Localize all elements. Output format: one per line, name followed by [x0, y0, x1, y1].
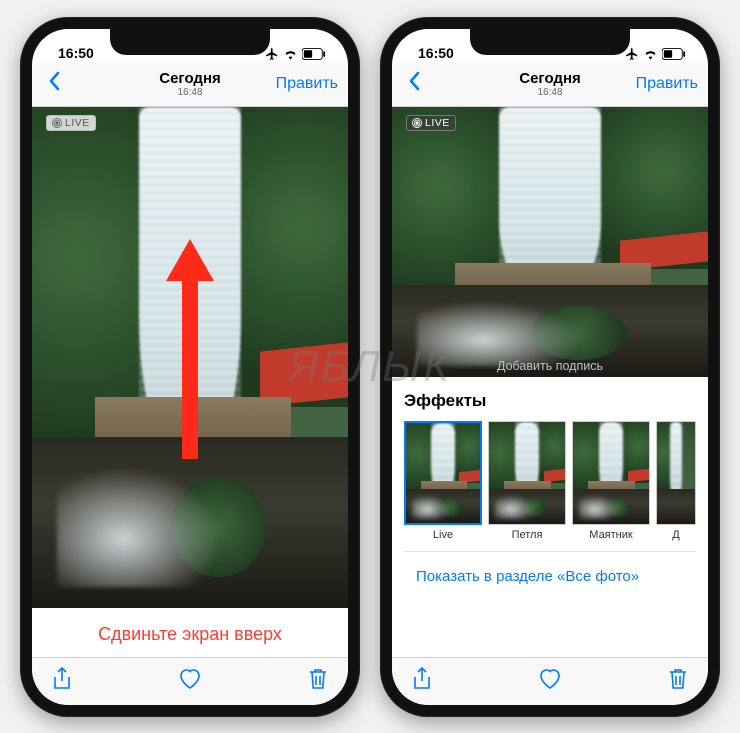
nav-bar: Сегодня 16:48 Править	[392, 63, 708, 107]
delete-button[interactable]	[308, 667, 328, 696]
toolbar	[32, 657, 348, 705]
back-button[interactable]	[42, 71, 66, 97]
effect-label: Д	[656, 529, 696, 541]
notch	[470, 29, 630, 55]
effects-title: Эффекты	[404, 391, 696, 411]
live-badge: LIVE	[46, 115, 96, 131]
favorite-button[interactable]	[178, 668, 202, 695]
photo-viewer[interactable]: Сдвиньте экран вверх	[32, 107, 348, 657]
effect-item-more[interactable]: Д	[656, 421, 696, 541]
effect-label: Петля	[488, 529, 566, 541]
battery-icon	[302, 48, 326, 60]
back-button[interactable]	[402, 71, 426, 97]
nav-bar: Сегодня 16:48 Править	[32, 63, 348, 107]
live-badge-label: LIVE	[65, 117, 90, 129]
effect-label: Live	[404, 529, 482, 541]
airplane-icon	[265, 47, 279, 61]
favorite-button[interactable]	[538, 668, 562, 695]
effect-label: Маятник	[572, 529, 650, 541]
notch	[110, 29, 270, 55]
effect-item-loop[interactable]: Петля	[488, 421, 566, 541]
wifi-icon	[283, 48, 298, 60]
airplane-icon	[625, 47, 639, 61]
toolbar	[392, 657, 708, 705]
wifi-icon	[643, 48, 658, 60]
status-time: 16:50	[58, 45, 94, 61]
effects-section: Эффекты Live Петля Маятник	[392, 377, 708, 599]
phone-frame-left: 16:50 Сегодня	[20, 17, 360, 717]
battery-icon	[662, 48, 686, 60]
swipe-up-arrow-icon	[166, 239, 214, 464]
photo-content	[392, 107, 708, 377]
show-in-all-photos-link[interactable]: Показать в разделе «Все фото»	[404, 551, 696, 595]
phone-frame-right: 16:50 Сегодня	[380, 17, 720, 717]
share-button[interactable]	[52, 667, 72, 696]
effects-row[interactable]: Live Петля Маятник Д	[404, 421, 696, 541]
edit-button[interactable]: Править	[636, 75, 698, 93]
add-caption-field[interactable]: Добавить подпись	[392, 359, 708, 373]
photo-viewer-scrolled[interactable]: Добавить подпись Эффекты Live Петля	[392, 107, 708, 657]
edit-button[interactable]: Править	[276, 75, 338, 93]
share-button[interactable]	[412, 667, 432, 696]
delete-button[interactable]	[668, 667, 688, 696]
live-badge: LIVE	[406, 115, 456, 131]
status-time: 16:50	[418, 45, 454, 61]
live-badge-label: LIVE	[425, 117, 450, 129]
effect-item-live[interactable]: Live	[404, 421, 482, 541]
swipe-hint-text: Сдвиньте экран вверх	[32, 608, 348, 657]
effect-item-bounce[interactable]: Маятник	[572, 421, 650, 541]
